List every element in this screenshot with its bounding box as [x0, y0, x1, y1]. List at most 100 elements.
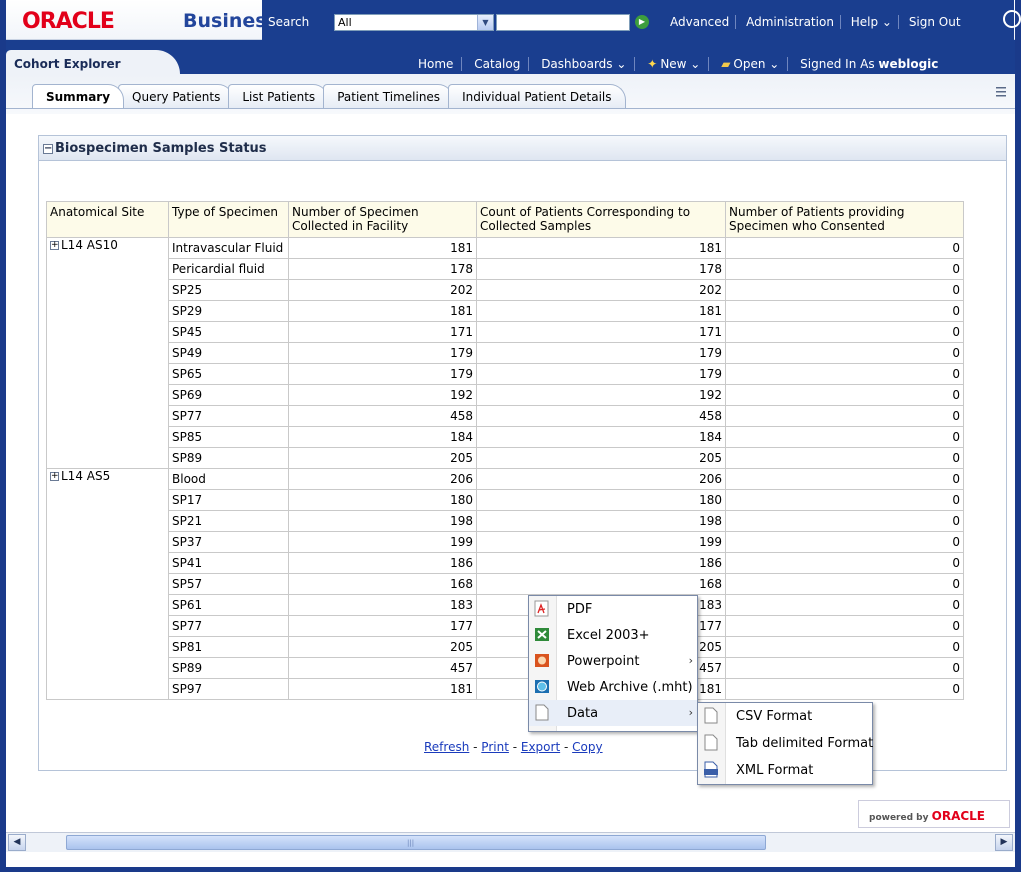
print-link[interactable]: Print [481, 740, 509, 754]
global-links: Advanced Administration Help ⌄ Sign Out [664, 15, 967, 29]
pdf-icon [534, 600, 549, 617]
tab-summary[interactable]: Summary [32, 84, 125, 108]
specimen-type-cell: SP89 [168, 657, 289, 679]
document-icon [704, 734, 718, 751]
patient-count-cell: 186 [476, 552, 726, 574]
consented-count-cell: 0 [725, 510, 964, 532]
powerpoint-icon [535, 654, 549, 667]
specimen-type-cell: SP17 [168, 489, 289, 511]
tab-query-patients[interactable]: Query Patients [118, 84, 235, 108]
help-menu[interactable]: Help ⌄ [844, 15, 899, 29]
new-menu[interactable]: ✦ New ⌄ [639, 57, 710, 71]
patient-count-cell: 179 [476, 363, 726, 385]
menu-item-web-archive[interactable]: Web Archive (.mht) [529, 674, 697, 700]
xml-icon [704, 761, 718, 778]
table-row: SP69 192 192 0 [47, 384, 964, 406]
section-header[interactable]: − Biospecimen Samples Status [39, 136, 1006, 161]
tab-list-patients[interactable]: List Patients [228, 84, 330, 108]
search-scope-select[interactable]: All ▼ [334, 14, 494, 31]
consented-count-cell: 0 [725, 426, 964, 448]
scrollbar-thumb[interactable]: ||| [66, 835, 766, 850]
specimen-type-cell: SP21 [168, 510, 289, 532]
site-label[interactable]: L14 AS10 [61, 238, 118, 252]
scroll-left-icon[interactable]: ◀ [8, 834, 26, 851]
search-go-icon[interactable]: ▶ [635, 15, 649, 29]
document-icon [704, 707, 718, 724]
menu-item-powerpoint[interactable]: Powerpoint › [529, 648, 697, 674]
menu-item-xml[interactable]: XML Format [698, 757, 872, 784]
site-label[interactable]: L14 AS5 [61, 469, 110, 483]
expand-icon[interactable]: + [50, 241, 59, 250]
powered-by-badge: powered by ORACLE [858, 800, 1010, 828]
dashboard-title: Cohort Explorer [6, 50, 180, 74]
collapse-icon[interactable]: − [43, 143, 53, 154]
consented-count-cell: 0 [725, 384, 964, 406]
consented-count-cell: 0 [725, 489, 964, 511]
menu-item-excel[interactable]: Excel 2003+ [529, 622, 697, 648]
refresh-link[interactable]: Refresh [424, 740, 469, 754]
consented-count-cell: 0 [725, 657, 964, 679]
table-row: SP37 199 199 0 [47, 531, 964, 553]
window-left-border [0, 0, 6, 872]
specimen-type-cell: Pericardial fluid [168, 258, 289, 280]
document-icon [535, 704, 549, 721]
consented-count-cell: 0 [725, 615, 964, 637]
page-options-icon[interactable] [996, 86, 1010, 98]
tab-patient-timelines[interactable]: Patient Timelines [323, 84, 455, 108]
specimen-count-cell: 180 [288, 489, 477, 511]
advanced-link[interactable]: Advanced [664, 15, 737, 29]
biospecimen-table: Anatomical Site Type of Specimen Number … [46, 201, 964, 700]
export-link[interactable]: Export [521, 740, 560, 754]
menu-item-data[interactable]: Data › [529, 700, 697, 726]
menu-item-pdf[interactable]: PDF [529, 596, 697, 622]
search-icon[interactable] [1003, 10, 1021, 28]
dashboards-menu[interactable]: Dashboards ⌄ [533, 57, 636, 71]
anatomical-site-cell: + L14 AS5 [46, 468, 169, 700]
consented-count-cell: 0 [725, 321, 964, 343]
section-title: Biospecimen Samples Status [55, 141, 267, 156]
specimen-count-cell: 205 [288, 447, 477, 469]
horizontal-scrollbar[interactable]: ◀ ||| ▶ [6, 832, 1015, 852]
consented-count-cell: 0 [725, 552, 964, 574]
table-row: SP61 183 183 0 [47, 594, 964, 616]
table-row: SP77 458 458 0 [47, 405, 964, 427]
oracle-small-logo: ORACLE [931, 809, 986, 823]
tab-underline [6, 108, 1015, 109]
open-menu[interactable]: ▰ Open ⌄ [713, 57, 789, 71]
patient-count-cell: 178 [476, 258, 726, 280]
consented-count-cell: 0 [725, 636, 964, 658]
table-row: SP41 186 186 0 [47, 552, 964, 574]
scroll-right-icon[interactable]: ▶ [995, 834, 1013, 851]
specimen-type-cell: Blood [168, 468, 289, 490]
search-scope-value: All [338, 16, 352, 29]
table-row: SP25 202 202 0 [47, 279, 964, 301]
specimen-count-cell: 186 [288, 552, 477, 574]
column-header: Anatomical Site [46, 201, 169, 238]
table-row: SP89 205 205 0 [47, 447, 964, 469]
copy-link[interactable]: Copy [572, 740, 602, 754]
menu-item-csv[interactable]: CSV Format [698, 703, 872, 730]
search-input[interactable] [496, 14, 630, 31]
specimen-count-cell: 198 [288, 510, 477, 532]
consented-count-cell: 0 [725, 300, 964, 322]
home-link[interactable]: Home [410, 57, 463, 71]
chevron-down-icon[interactable]: ▼ [477, 15, 493, 30]
specimen-count-cell: 178 [288, 258, 477, 280]
expand-icon[interactable]: + [50, 472, 59, 481]
table-row: SP85 184 184 0 [47, 426, 964, 448]
anatomical-site-cell: + L14 AS10 [46, 237, 169, 469]
specimen-type-cell: SP81 [168, 636, 289, 658]
report-links: Refresh - Print - Export - Copy [424, 740, 603, 754]
column-header: Count of Patients Corresponding to Colle… [476, 201, 726, 238]
administration-link[interactable]: Administration [740, 15, 841, 29]
menu-item-tab-delimited[interactable]: Tab delimited Format [698, 730, 873, 757]
sign-out-link[interactable]: Sign Out [903, 15, 967, 29]
table-row: SP49 179 179 0 [47, 342, 964, 364]
signed-in-as: Signed In As weblogic [800, 57, 939, 71]
patient-count-cell: 206 [476, 468, 726, 490]
catalog-link[interactable]: Catalog [466, 57, 530, 71]
specimen-type-cell: SP25 [168, 279, 289, 301]
patient-count-cell: 179 [476, 342, 726, 364]
specimen-count-cell: 458 [288, 405, 477, 427]
tab-individual-patient-details[interactable]: Individual Patient Details [448, 84, 626, 108]
